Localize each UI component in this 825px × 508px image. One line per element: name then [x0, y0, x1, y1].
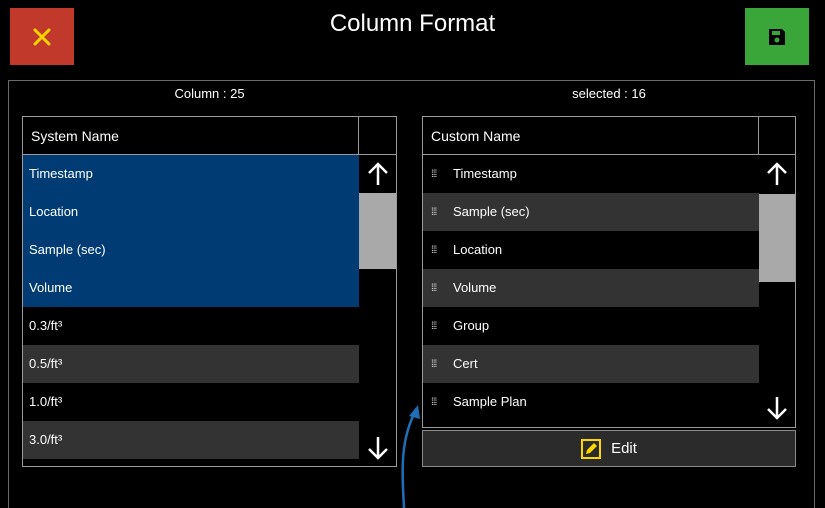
left-scroll-thumb[interactable] — [359, 193, 396, 269]
list-item-label: 0.5/ft³ — [29, 356, 63, 371]
list-item[interactable]: ⁞⁞⁞ Group — [423, 307, 759, 345]
scrollbar-header — [359, 117, 396, 155]
list-item-label: 3.0/ft³ — [29, 432, 63, 447]
list-item-label: Sample (sec) — [453, 204, 530, 219]
list-item-label: Cert — [453, 356, 478, 371]
list-item[interactable]: Timestamp — [23, 155, 359, 193]
list-item[interactable]: ⁞⁞⁞ Sample Plan — [423, 383, 759, 421]
drag-handle-icon[interactable]: ⁞⁞⁞ — [431, 232, 443, 270]
list-item-label: Location — [453, 242, 503, 257]
list-item[interactable]: Volume — [23, 269, 359, 307]
custom-name-header: Custom Name — [423, 117, 759, 155]
edit-pencil-icon — [581, 438, 602, 459]
list-item[interactable]: ⁞⁞⁞ Sample (sec) — [423, 193, 759, 231]
drag-handle-icon[interactable]: ⁞⁞⁞ — [431, 194, 443, 232]
list-item-label: 0.3/ft³ — [29, 318, 63, 333]
list-item[interactable]: Sample (sec) — [23, 231, 359, 269]
arrow-up-icon — [767, 162, 787, 185]
right-scroll-thumb[interactable] — [759, 194, 795, 282]
scroll-down-button[interactable] — [359, 429, 396, 466]
right-scrollbar[interactable] — [759, 155, 795, 427]
list-item[interactable]: ⁞⁞⁞ Cert — [423, 345, 759, 383]
list-item[interactable]: ⁞⁞⁞ Volume — [423, 269, 759, 307]
left-scrollbar[interactable] — [359, 155, 396, 466]
list-item[interactable]: 0.5/ft³ — [23, 345, 359, 383]
list-item-label: 1.0/ft³ — [29, 394, 63, 409]
list-item-label: Timestamp — [453, 166, 517, 181]
list-item-label: Volume — [29, 280, 73, 295]
scroll-up-button[interactable] — [359, 155, 396, 192]
drag-handle-icon[interactable]: ⁞⁞⁞ — [431, 308, 443, 346]
selected-count: selected : 16 — [572, 86, 646, 101]
list-item-label: Volume — [453, 280, 497, 295]
floppy-disk-icon — [769, 28, 785, 45]
drag-handle-icon[interactable]: ⁞⁞⁞ — [431, 384, 443, 422]
drag-handle-icon[interactable]: ⁞⁞⁞ — [431, 346, 443, 384]
system-name-list: System Name Timestamp Location Sample (sec… — [22, 116, 397, 467]
list-item[interactable]: 3.0/ft³ — [23, 421, 359, 459]
list-item-label: Sample Plan — [453, 394, 527, 409]
column-count: Column : 25 — [174, 86, 245, 101]
page-title: Column Format — [329, 10, 496, 37]
arrow-down-icon — [367, 436, 388, 460]
arrow-down-icon — [767, 397, 787, 420]
list-item[interactable]: Location — [23, 193, 359, 231]
list-item[interactable]: ⁞⁞⁞ Location — [423, 231, 759, 269]
list-item[interactable]: 0.3/ft³ — [23, 307, 359, 345]
list-item-label: Sample (sec) — [29, 242, 106, 257]
system-name-header: System Name — [23, 117, 359, 155]
list-item[interactable]: 1.0/ft³ — [23, 383, 359, 421]
list-item-label: Timestamp — [29, 166, 93, 181]
save-button[interactable] — [745, 8, 809, 65]
arrow-up-icon — [367, 161, 388, 185]
list-item-label: Group — [453, 318, 490, 333]
list-item[interactable]: ⁞⁞⁞ Timestamp — [423, 155, 759, 193]
list-item-label: Location — [29, 204, 79, 219]
edit-button[interactable]: Edit — [422, 430, 796, 467]
edit-label: Edit — [611, 440, 637, 457]
custom-name-list: Custom Name ⁞⁞⁞ Timestamp ⁞⁞⁞ Sample (sec) ⁞… — [422, 116, 796, 428]
scroll-up-button[interactable] — [759, 155, 795, 193]
drag-handle-icon[interactable]: ⁞⁞⁞ — [431, 156, 443, 194]
scroll-down-button[interactable] — [759, 389, 795, 427]
scrollbar-header — [759, 117, 795, 155]
drag-handle-icon[interactable]: ⁞⁞⁞ — [431, 270, 443, 308]
